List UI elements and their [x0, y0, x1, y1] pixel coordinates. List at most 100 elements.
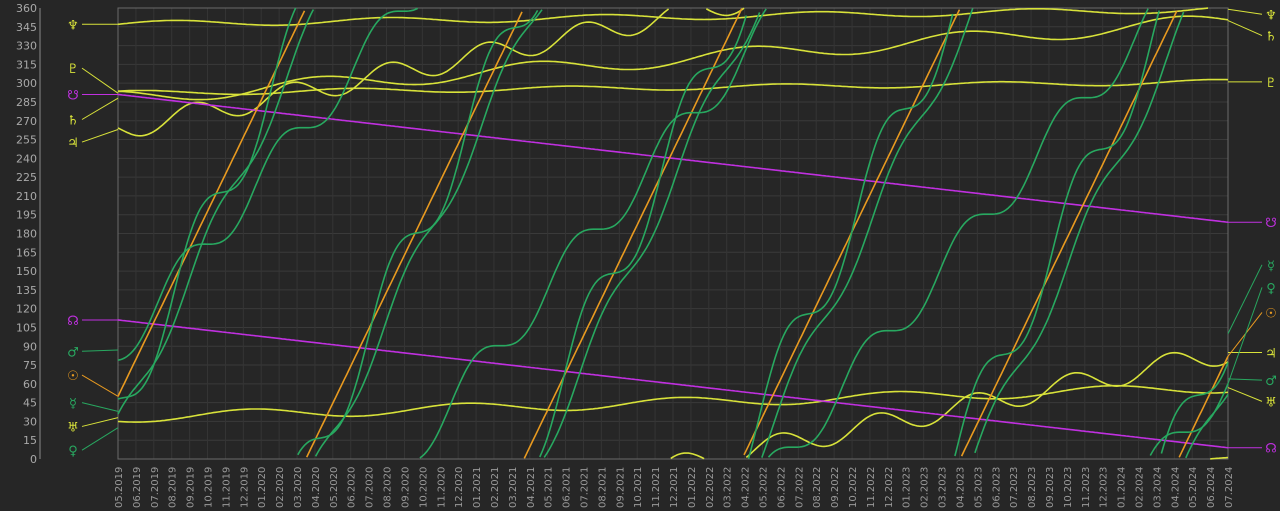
x-tick-label: 03.2024 — [1152, 467, 1163, 508]
y-tick-label: 210 — [16, 190, 37, 203]
x-tick-label: 09.2021 — [615, 467, 626, 508]
y-tick-label: 135 — [16, 284, 37, 297]
x-tick-label: 02.2024 — [1134, 467, 1145, 508]
series-glyph-start: ♆ — [67, 18, 79, 33]
x-tick-label: 11.2022 — [866, 467, 877, 508]
series-glyph-end: ☿ — [1267, 259, 1275, 274]
x-tick-label: 04.2020 — [311, 467, 322, 508]
series-glyph-start: ♅ — [67, 420, 79, 435]
x-tick-label: 08.2021 — [597, 467, 608, 508]
x-tick-label: 03.2020 — [293, 467, 304, 508]
x-tick-label: 08.2023 — [1027, 467, 1038, 508]
x-tick-label: 07.2023 — [1009, 467, 1020, 508]
x-tick-label: 05.2019 — [114, 467, 125, 508]
series-glyph-start: ☉ — [67, 369, 79, 384]
x-tick-label: 08.2019 — [168, 467, 179, 508]
x-tick-label: 06.2021 — [562, 467, 573, 508]
y-tick-label: 300 — [16, 77, 37, 90]
x-tick-label: 10.2021 — [633, 467, 644, 508]
x-tick-label: 09.2023 — [1045, 467, 1056, 508]
x-tick-label: 05.2024 — [1188, 467, 1199, 508]
y-tick-label: 240 — [16, 152, 37, 165]
x-tick-label: 04.2021 — [526, 467, 537, 508]
x-tick-label: 01.2024 — [1117, 467, 1128, 508]
y-tick-label: 360 — [16, 2, 37, 15]
x-tick-label: 11.2020 — [436, 467, 447, 508]
series-glyph-end: ☊ — [1265, 442, 1277, 457]
series-glyph-end: ♃ — [1265, 347, 1277, 362]
y-tick-label: 225 — [16, 171, 37, 184]
series-glyph-start: ☊ — [67, 314, 79, 329]
x-tick-label: 07.2019 — [150, 467, 161, 508]
x-tick-label: 11.2019 — [221, 467, 232, 508]
x-tick-label: 10.2020 — [418, 467, 429, 508]
x-tick-label: 01.2023 — [902, 467, 913, 508]
y-tick-label: 120 — [16, 303, 37, 316]
y-tick-label: 45 — [23, 397, 37, 410]
y-tick-label: 270 — [16, 115, 37, 128]
x-tick-label: 05.2020 — [329, 467, 340, 508]
series-glyph-start: ☋ — [67, 88, 79, 103]
series-glyph-end: ♆ — [1265, 8, 1277, 23]
x-tick-label: 02.2021 — [490, 467, 501, 508]
y-tick-label: 60 — [23, 378, 37, 391]
x-tick-label: 09.2020 — [400, 467, 411, 508]
x-tick-label: 10.2023 — [1063, 467, 1074, 508]
x-tick-label: 08.2022 — [812, 467, 823, 508]
x-tick-label: 10.2022 — [848, 467, 859, 508]
y-tick-label: 30 — [23, 415, 37, 428]
x-tick-label: 12.2021 — [669, 467, 680, 508]
x-tick-label: 01.2020 — [257, 467, 268, 508]
x-tick-label: 04.2022 — [741, 467, 752, 508]
x-tick-label: 06.2020 — [347, 467, 358, 508]
x-tick-label: 12.2019 — [239, 467, 250, 508]
series-glyph-start: ♂ — [67, 345, 79, 360]
x-tick-label: 08.2020 — [383, 467, 394, 508]
series-glyph-start: ♀ — [68, 444, 78, 459]
series-glyph-end: ♀ — [1266, 281, 1276, 296]
y-tick-label: 180 — [16, 228, 37, 241]
x-tick-label: 06.2022 — [776, 467, 787, 508]
series-glyph-start: ☿ — [69, 397, 77, 412]
x-tick-label: 03.2021 — [508, 467, 519, 508]
x-tick-label: 01.2021 — [472, 467, 483, 508]
x-tick-label: 09.2022 — [830, 467, 841, 508]
y-tick-label: 345 — [16, 21, 37, 34]
series-glyph-end: ♇ — [1265, 76, 1277, 91]
x-tick-label: 11.2021 — [651, 467, 662, 508]
x-tick-label: 05.2023 — [973, 467, 984, 508]
x-tick-label: 07.2021 — [579, 467, 590, 508]
x-tick-label: 09.2019 — [186, 467, 197, 508]
x-tick-label: 11.2023 — [1081, 467, 1092, 508]
y-tick-label: 150 — [16, 265, 37, 278]
x-tick-label: 02.2020 — [275, 467, 286, 508]
x-tick-label: 04.2024 — [1170, 467, 1181, 508]
x-tick-label: 02.2023 — [920, 467, 931, 508]
x-tick-label: 05.2021 — [544, 467, 555, 508]
ephemeris-chart: 0 15 30 45 60 75 90 105 120 135 150 165 180 195 210 225… — [0, 0, 1280, 511]
series-glyph-start: ♃ — [67, 136, 79, 151]
x-tick-label: 12.2020 — [454, 467, 465, 508]
x-tick-label: 03.2023 — [938, 467, 949, 508]
x-tick-label: 04.2023 — [955, 467, 966, 508]
series-glyph-start: ♄ — [67, 113, 79, 128]
series-glyph-end: ♅ — [1265, 395, 1277, 410]
series-glyph-start: ♇ — [67, 62, 79, 77]
x-tick-label: 12.2023 — [1099, 467, 1110, 508]
y-tick-label: 75 — [23, 359, 37, 372]
x-tick-label: 06.2023 — [991, 467, 1002, 508]
y-tick-label: 165 — [16, 246, 37, 259]
x-axis-labels: 05.2019 06.2019 07.2019 08.2019 09.2019 10.20… — [114, 467, 1235, 508]
x-tick-label: 07.2022 — [794, 467, 805, 508]
plot-background — [0, 0, 1280, 511]
x-tick-label: 06.2024 — [1206, 467, 1217, 508]
y-tick-label: 315 — [16, 58, 37, 71]
y-tick-label: 330 — [16, 40, 37, 53]
x-tick-label: 02.2022 — [705, 467, 716, 508]
y-tick-label: 255 — [16, 134, 37, 147]
x-tick-label: 07.2020 — [365, 467, 376, 508]
x-tick-label: 06.2019 — [132, 467, 143, 508]
series-glyph-end: ♄ — [1265, 30, 1277, 45]
y-tick-label: 0 — [30, 453, 37, 466]
x-tick-label: 07.2024 — [1224, 467, 1235, 508]
